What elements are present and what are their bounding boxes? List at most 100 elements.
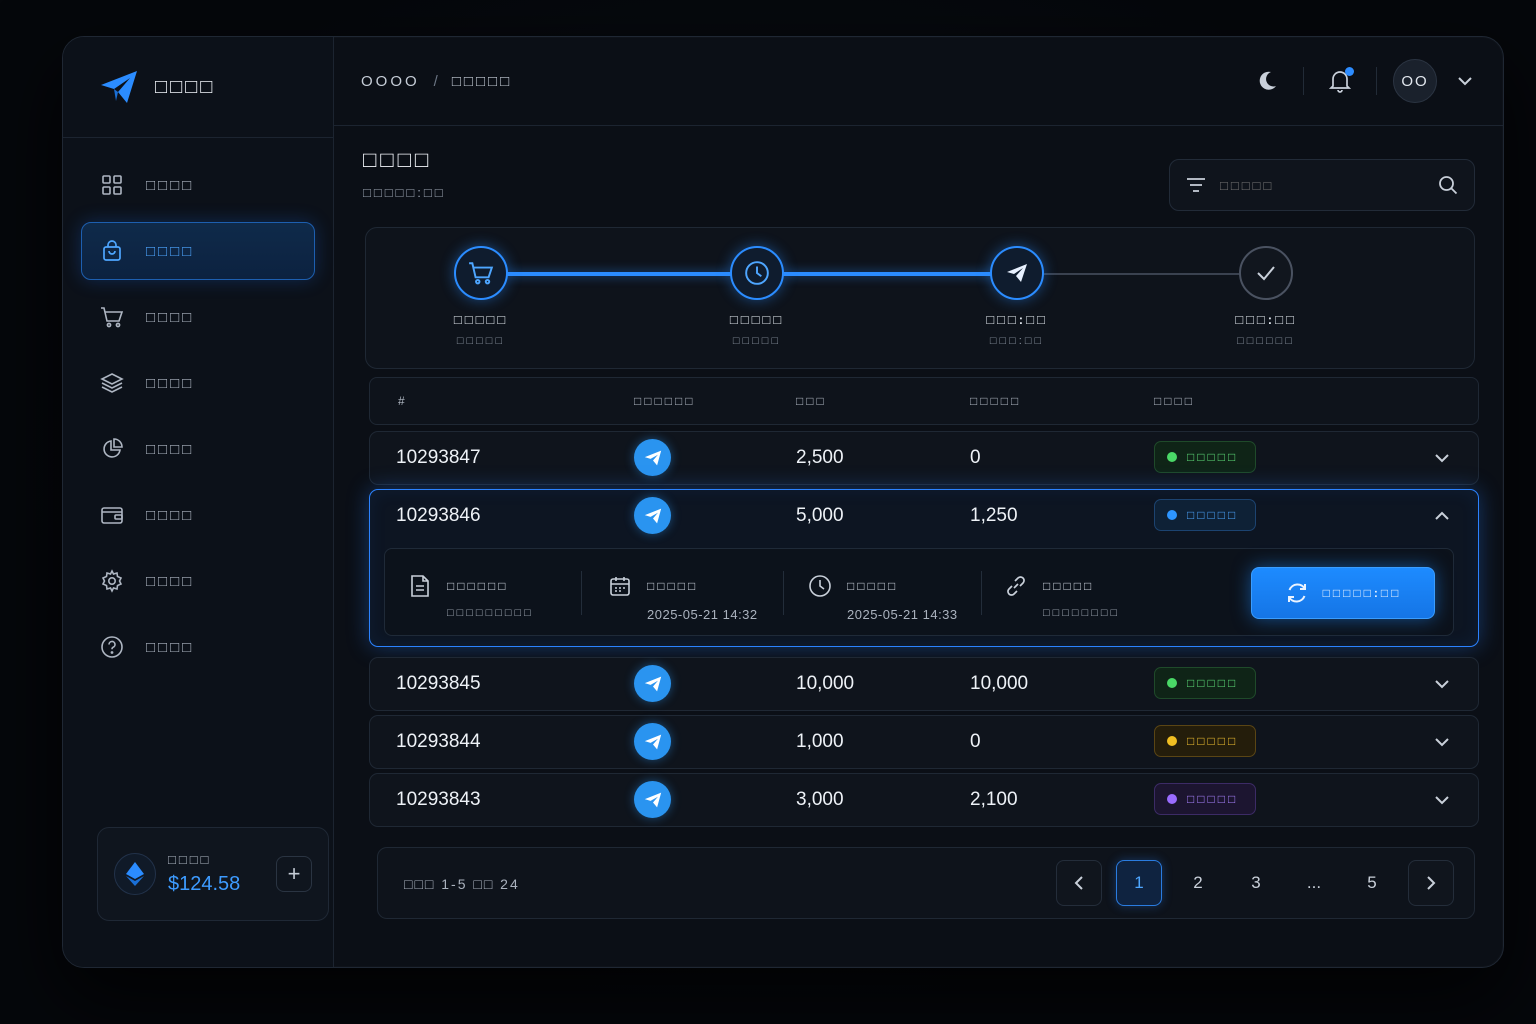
step-completed: □□□:□□ □□□□□□ <box>1196 246 1336 347</box>
sidebar-item-wallet[interactable]: □□□□ <box>81 486 315 544</box>
step-circle <box>730 246 784 300</box>
column-header: □□□□□□ <box>634 394 696 408</box>
account-menu-button[interactable] <box>1455 71 1475 91</box>
sidebar-item-stats[interactable]: □□□□ <box>81 420 315 478</box>
status-dot <box>1167 678 1177 688</box>
pagination-info: □□□ 1-5 □□ 24 <box>404 876 520 892</box>
sidebar-item-label: □□□□ <box>146 440 195 458</box>
add-funds-button[interactable]: + <box>276 856 312 892</box>
prev-page-button[interactable] <box>1056 860 1102 906</box>
sidebar-item-dashboard[interactable]: □□□□ <box>81 156 315 214</box>
telegram-icon <box>634 439 671 476</box>
expand-row-button[interactable] <box>1432 674 1452 694</box>
page-button-2[interactable]: 2 <box>1176 861 1220 905</box>
chevron-down-icon <box>1435 680 1449 689</box>
next-page-button[interactable] <box>1408 860 1454 906</box>
step-created: □□□□□ □□□□□ <box>411 246 551 347</box>
page-button-5[interactable]: 5 <box>1350 861 1394 905</box>
status-badge: □□□□□ <box>1154 499 1256 531</box>
search-box[interactable] <box>1169 159 1475 211</box>
breadcrumb-root[interactable]: OOOO <box>361 73 420 90</box>
order-id: 10293844 <box>396 731 481 752</box>
sidebar-item-label: □□□□ <box>146 242 195 260</box>
theme-toggle-button[interactable] <box>1247 61 1287 101</box>
detail-value: □□□□□□□□□ <box>447 607 534 619</box>
step-sublabel: □□□:□□ <box>989 335 1045 347</box>
expand-row-button[interactable] <box>1432 448 1452 468</box>
page-ellipsis: ... <box>1306 873 1322 892</box>
delivered: 1,250 <box>970 505 1018 526</box>
refill-button[interactable]: □□□□□:□□ <box>1251 567 1435 619</box>
delivered: 0 <box>970 447 981 468</box>
search-input[interactable] <box>1218 176 1438 194</box>
wallet-card: □□□□ $124.58 + <box>97 827 329 921</box>
page-subtitle: □□□□□:□□ <box>363 185 446 200</box>
status-text: □□□□□ <box>1187 450 1239 464</box>
search-icon[interactable] <box>1438 175 1458 195</box>
brand[interactable]: □□□□ <box>63 37 333 138</box>
telegram-icon <box>634 497 671 534</box>
table-row[interactable]: 10293845 10,000 10,000 □□□□□ <box>369 657 1479 711</box>
status-badge: □□□□□ <box>1154 441 1256 473</box>
table-row[interactable]: 10293844 1,000 0 □□□□□ <box>369 715 1479 769</box>
detail-value[interactable]: □□□□□□□□ <box>1043 607 1120 619</box>
main-content: OOOO / □□□□□ OO □□□□ □□□□□:□□ □□□□□ □□□□… <box>333 37 1503 967</box>
chevron-down-icon <box>1435 454 1449 463</box>
order-progress-stepper: □□□□□ □□□□□ □□□□□ □□□□□ □□□:□□ □□□:□□ □□… <box>365 227 1475 369</box>
breadcrumb-current: □□□□□ <box>451 72 513 90</box>
page-button-1[interactable]: 1 <box>1116 860 1162 906</box>
notifications-button[interactable] <box>1320 61 1360 101</box>
sidebar-item-label: □□□□ <box>146 572 195 590</box>
sidebar-item-label: □□□□ <box>146 308 195 326</box>
step-sublabel: □□□□□ <box>456 335 506 347</box>
step-label: □□□□□ <box>453 312 509 327</box>
step-sublabel: □□□□□□ <box>1237 335 1295 347</box>
sidebar: □□□□ □□□□ □□□□ □□□□ □□□□ □□□□ □□□□ □□□□ … <box>63 37 334 967</box>
sidebar-item-settings[interactable]: □□□□ <box>81 552 315 610</box>
order-id: 10293846 <box>396 505 481 526</box>
detail-value: 2025-05-21 14:33 <box>847 607 958 622</box>
status-dot <box>1167 452 1177 462</box>
expand-row-button[interactable] <box>1432 732 1452 752</box>
grid-icon <box>100 173 124 197</box>
chevron-down-icon <box>1435 796 1449 805</box>
telegram-icon <box>634 723 671 760</box>
help-icon <box>100 635 124 659</box>
delivered: 2,100 <box>970 789 1018 810</box>
refresh-icon <box>1285 581 1309 605</box>
detail-label: □□□□□ <box>847 579 899 593</box>
sidebar-item-orders[interactable]: □□□□ <box>81 222 315 280</box>
chevron-up-icon <box>1435 511 1449 520</box>
sidebar-item-cart[interactable]: □□□□ <box>81 288 315 346</box>
step-circle <box>454 246 508 300</box>
order-id: 10293845 <box>396 673 481 694</box>
breadcrumb: OOOO / □□□□□ <box>361 73 512 90</box>
send-icon <box>1007 264 1027 282</box>
page-header: □□□□ □□□□□:□□ <box>363 147 446 200</box>
page-button-3[interactable]: 3 <box>1234 861 1278 905</box>
status-badge: □□□□□ <box>1154 725 1256 757</box>
pie-chart-icon <box>100 437 124 461</box>
detail-label: □□□□□ <box>647 579 699 593</box>
expand-row-button[interactable] <box>1432 790 1452 810</box>
status-dot <box>1167 736 1177 746</box>
topbar: OOOO / □□□□□ OO <box>333 37 1503 126</box>
table-row[interactable]: 10293843 3,000 2,100 □□□□□ <box>369 773 1479 827</box>
filter-icon[interactable] <box>1186 177 1206 193</box>
detail-created: □□□□□ 2025-05-21 14:32 <box>607 549 758 635</box>
table-row[interactable]: 10293847 2,500 0 □□□□□ <box>369 431 1479 485</box>
delivered: 10,000 <box>970 673 1029 694</box>
table-row-expanded[interactable]: 10293846 5,000 1,250 □□□□□ □□□□□□ □□□□□□… <box>369 489 1479 647</box>
sidebar-item-services[interactable]: □□□□ <box>81 354 315 412</box>
avatar[interactable]: OO <box>1393 59 1437 103</box>
column-header: # <box>398 394 408 408</box>
step-label: □□□:□□ <box>986 312 1048 327</box>
app-window: □□□□ □□□□ □□□□ □□□□ □□□□ □□□□ □□□□ □□□□ … <box>62 36 1504 968</box>
chevron-right-icon <box>1427 876 1436 890</box>
refill-button-label: □□□□□:□□ <box>1322 586 1402 600</box>
sidebar-item-help[interactable]: □□□□ <box>81 618 315 676</box>
check-icon <box>1257 266 1275 281</box>
step-in-progress: □□□:□□ □□□:□□ <box>947 246 1087 347</box>
collapse-row-button[interactable] <box>1432 506 1452 526</box>
sidebar-item-label: □□□□ <box>146 506 195 524</box>
